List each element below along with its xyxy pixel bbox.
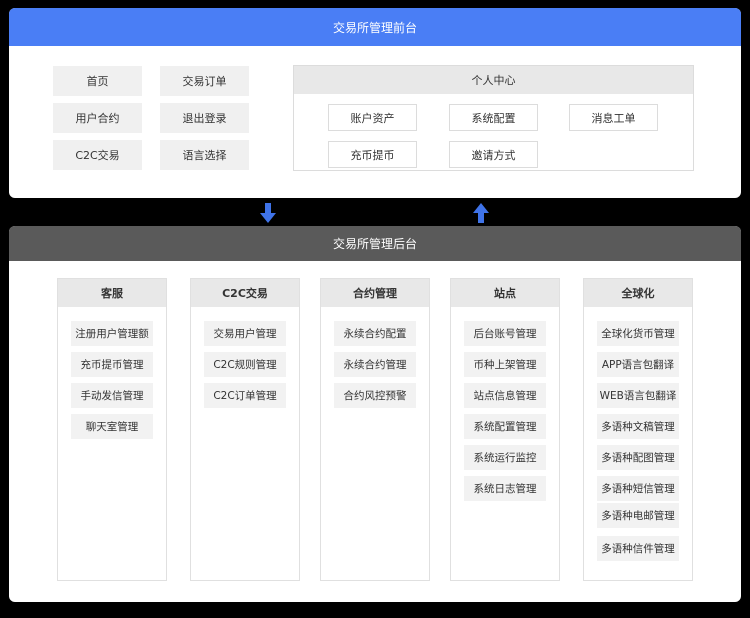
list-item[interactable]: 多语种信件管理: [597, 536, 679, 561]
list-item[interactable]: 系统日志管理: [464, 476, 546, 501]
column-title: 合约管理: [321, 279, 429, 307]
list-item[interactable]: 手动发信管理: [71, 383, 153, 408]
menu-c2c[interactable]: C2C交易: [53, 140, 142, 170]
column-title: 客服: [58, 279, 166, 307]
list-item[interactable]: 全球化货币管理: [597, 321, 679, 346]
menu-logout[interactable]: 退出登录: [160, 103, 249, 133]
arrow-down-icon: [260, 203, 276, 223]
list-item[interactable]: WEB语言包翻译: [597, 383, 679, 408]
center-item-deposit[interactable]: 充币提币: [328, 141, 417, 168]
arrow-up-icon: [473, 203, 489, 223]
list-item[interactable]: 合约风控预警: [334, 383, 416, 408]
list-item[interactable]: 系统配置管理: [464, 414, 546, 439]
list-item[interactable]: 多语种电邮管理: [597, 503, 679, 528]
column-title: C2C交易: [191, 279, 299, 307]
list-item[interactable]: 永续合约管理: [334, 352, 416, 377]
column-customer-service: 客服 注册用户管理额 充币提币管理 手动发信管理 聊天室管理: [57, 278, 167, 581]
center-item-assets[interactable]: 账户资产: [328, 104, 417, 131]
center-item-config[interactable]: 系统配置: [449, 104, 538, 131]
column-c2c: C2C交易 交易用户管理 C2C规则管理 C2C订单管理: [190, 278, 300, 581]
backend-panel: 交易所管理后台 客服 注册用户管理额 充币提币管理 手动发信管理 聊天室管理 C…: [9, 226, 741, 602]
column-contract: 合约管理 永续合约配置 永续合约管理 合约风控预警: [320, 278, 430, 581]
column-title: 全球化: [584, 279, 692, 307]
menu-orders[interactable]: 交易订单: [160, 66, 249, 96]
list-item[interactable]: 后台账号管理: [464, 321, 546, 346]
center-item-tickets[interactable]: 消息工单: [569, 104, 658, 131]
list-item[interactable]: 多语种配图管理: [597, 445, 679, 470]
frontend-title: 交易所管理前台: [9, 8, 741, 46]
personal-center-title: 个人中心: [294, 66, 693, 94]
list-item[interactable]: 永续合约配置: [334, 321, 416, 346]
list-item[interactable]: 多语种短信管理: [597, 476, 679, 501]
center-item-invite[interactable]: 邀请方式: [449, 141, 538, 168]
list-item[interactable]: 交易用户管理: [204, 321, 286, 346]
column-title: 站点: [451, 279, 559, 307]
list-item[interactable]: 站点信息管理: [464, 383, 546, 408]
menu-language[interactable]: 语言选择: [160, 140, 249, 170]
personal-center: 个人中心 账户资产 系统配置 消息工单 充币提币 邀请方式: [293, 65, 694, 171]
list-item[interactable]: C2C订单管理: [204, 383, 286, 408]
list-item[interactable]: 聊天室管理: [71, 414, 153, 439]
list-item[interactable]: 系统运行监控: [464, 445, 546, 470]
list-item[interactable]: 多语种文稿管理: [597, 414, 679, 439]
menu-user-contract[interactable]: 用户合约: [53, 103, 142, 133]
list-item[interactable]: APP语言包翻译: [597, 352, 679, 377]
list-item[interactable]: C2C规则管理: [204, 352, 286, 377]
frontend-panel: 交易所管理前台 首页 交易订单 用户合约 退出登录 C2C交易 语言选择 个人中…: [9, 8, 741, 198]
column-site: 站点 后台账号管理 币种上架管理 站点信息管理 系统配置管理 系统运行监控 系统…: [450, 278, 560, 581]
menu-home[interactable]: 首页: [53, 66, 142, 96]
backend-title: 交易所管理后台: [9, 226, 741, 261]
list-item[interactable]: 币种上架管理: [464, 352, 546, 377]
list-item[interactable]: 充币提币管理: [71, 352, 153, 377]
column-globalization: 全球化 全球化货币管理 APP语言包翻译 WEB语言包翻译 多语种文稿管理 多语…: [583, 278, 693, 581]
list-item[interactable]: 注册用户管理额: [71, 321, 153, 346]
